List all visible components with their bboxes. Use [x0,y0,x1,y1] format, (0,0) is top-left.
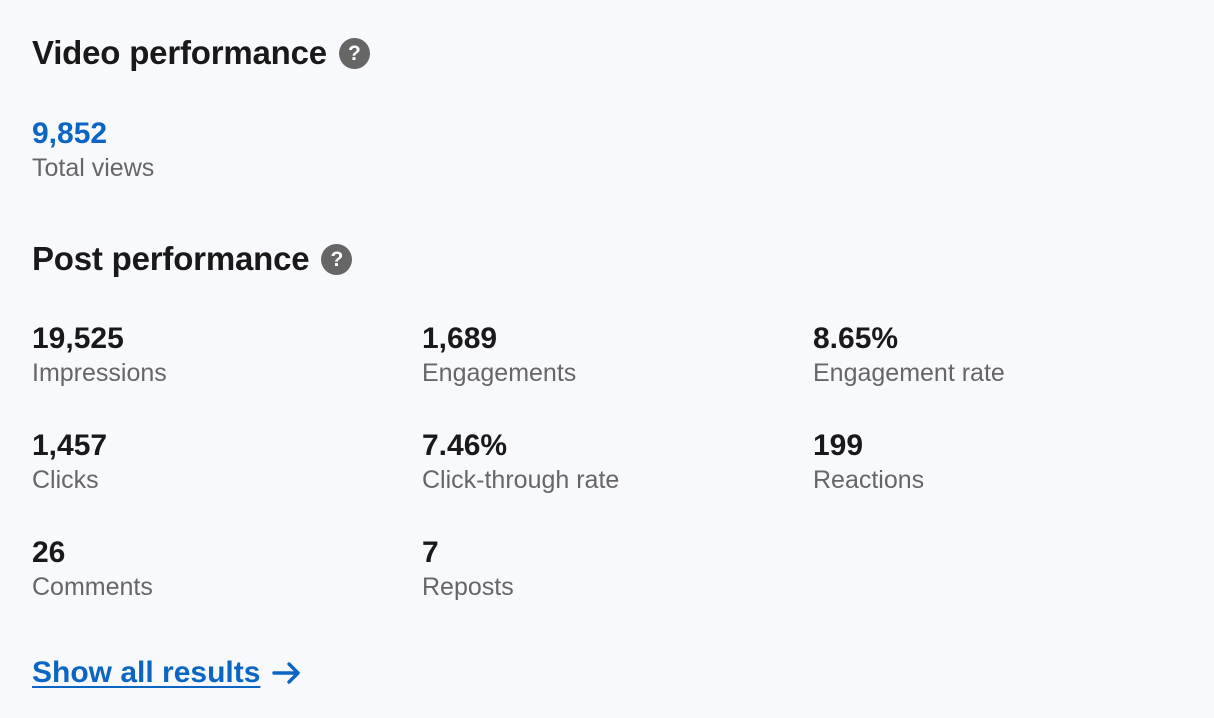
metric-label: Clicks [32,466,99,494]
metric-clicks: 1,457 Clicks [32,428,422,535]
video-performance-section: Video performance ? [32,33,370,73]
metric-label: Reposts [422,573,514,601]
post-performance-section: Post performance ? [32,239,353,279]
post-performance-title: Post performance [32,240,310,277]
metric-value: 8.65% [813,322,899,355]
total-views-metric[interactable]: 9,852 Total views [32,116,154,184]
metric-impressions: 19,525 Impressions [32,321,422,428]
total-views-label: Total views [32,154,155,182]
post-performance-heading: Post performance ? [32,239,353,279]
metric-label: Comments [32,573,153,601]
question-circle-icon[interactable]: ? [338,37,370,69]
metric-engagements: 1,689 Engagements [422,321,813,428]
metric-reactions: 199 Reactions [813,428,1204,535]
show-all-results-link[interactable]: Show all results [32,656,302,690]
post-metrics-grid: 19,525 Impressions 1,689 Engagements 8.6… [32,321,1204,642]
question-circle-icon[interactable]: ? [321,243,353,275]
metric-label: Engagement rate [813,359,1005,387]
metric-reposts: 7 Reposts [422,535,813,642]
arrow-right-icon[interactable] [272,661,302,685]
metric-label: Reactions [813,466,925,494]
metric-value: 7.46% [422,429,508,462]
metric-click-through-rate: 7.46% Click-through rate [422,428,813,535]
metric-value: 1,457 [32,429,108,462]
total-views-value[interactable]: 9,852 [32,116,154,152]
metric-value: 19,525 [32,322,124,355]
video-performance-title: Video performance [32,34,327,71]
metric-label: Click-through rate [422,466,620,494]
metric-comments: 26 Comments [32,535,422,642]
metric-engagement-rate: 8.65% Engagement rate [813,321,1204,428]
metric-value: 199 [813,429,864,462]
metric-value: 7 [422,536,439,569]
metric-value: 26 [32,536,66,569]
metric-label: Impressions [32,359,167,387]
metric-label: Engagements [422,359,577,387]
show-all-results-label[interactable]: Show all results [32,656,260,690]
metric-value: 1,689 [422,322,498,355]
video-performance-heading: Video performance ? [32,33,370,73]
